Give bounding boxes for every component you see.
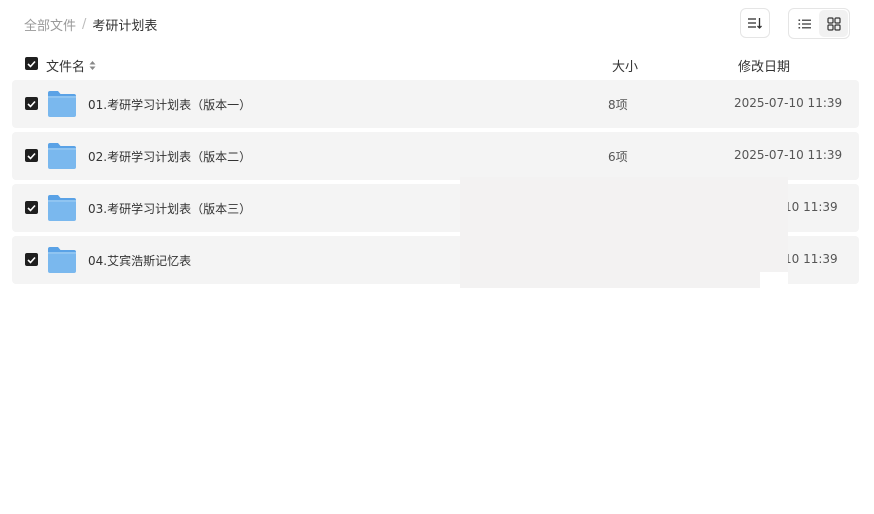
table-row[interactable]: 02.考研学习计划表（版本二） 6项 2025-07-10 11:39: [12, 132, 859, 180]
folder-icon: [48, 143, 76, 169]
grid-view-icon: [826, 16, 841, 31]
modified-date: 2025-07-10 11:39: [734, 148, 843, 162]
name-column-header[interactable]: 文件名: [46, 56, 96, 75]
row-checkbox[interactable]: [25, 97, 38, 110]
breadcrumb-separator: /: [82, 16, 87, 32]
select-all-checkbox[interactable]: [25, 57, 38, 70]
list-view-icon: [798, 19, 811, 28]
file-browser: 全部文件 / 考研计划表 文件名 大小 修改日期 01.考研学习计划表（版本一）…: [0, 0, 874, 514]
blurred-overlay: [460, 177, 788, 288]
file-name-link[interactable]: 04.艾宾浩斯记忆表: [88, 252, 191, 269]
folder-icon: [48, 247, 76, 273]
breadcrumb-current: 考研计划表: [92, 18, 158, 34]
date-column-header[interactable]: 修改日期: [738, 56, 790, 75]
check-icon: [27, 256, 36, 264]
row-checkbox[interactable]: [25, 253, 38, 266]
modified-date: 10 11:39: [784, 200, 838, 214]
row-checkbox[interactable]: [25, 149, 38, 162]
table-header: 文件名 大小 修改日期: [12, 52, 859, 76]
view-toggle: [788, 8, 850, 39]
breadcrumb-root-link[interactable]: 全部文件: [24, 15, 76, 34]
overlay-notch: [760, 272, 788, 288]
file-size: 6项: [608, 150, 628, 164]
sort-button[interactable]: [740, 8, 770, 38]
file-name-link[interactable]: 03.考研学习计划表（版本三）: [88, 200, 251, 217]
check-icon: [27, 100, 36, 108]
list-view-button[interactable]: [790, 10, 819, 37]
check-icon: [27, 60, 36, 68]
modified-date: 2025-07-10 11:39: [734, 96, 843, 110]
modified-date: 10 11:39: [784, 252, 838, 266]
breadcrumb: 全部文件 / 考研计划表: [24, 15, 158, 34]
file-name-link[interactable]: 02.考研学习计划表（版本二）: [88, 148, 251, 165]
file-name-link[interactable]: 01.考研学习计划表（版本一）: [88, 96, 251, 113]
name-column-label: 文件名: [46, 60, 86, 75]
check-icon: [27, 204, 36, 212]
sort-caret-icon: [89, 61, 96, 70]
sort-icon: [748, 18, 762, 29]
folder-icon: [48, 195, 76, 221]
check-icon: [27, 152, 36, 160]
size-column-header[interactable]: 大小: [612, 56, 638, 75]
file-size: 8项: [608, 98, 628, 112]
folder-icon: [48, 91, 76, 117]
row-checkbox[interactable]: [25, 201, 38, 214]
grid-view-button[interactable]: [819, 10, 848, 37]
table-row[interactable]: 01.考研学习计划表（版本一） 8项 2025-07-10 11:39: [12, 80, 859, 128]
